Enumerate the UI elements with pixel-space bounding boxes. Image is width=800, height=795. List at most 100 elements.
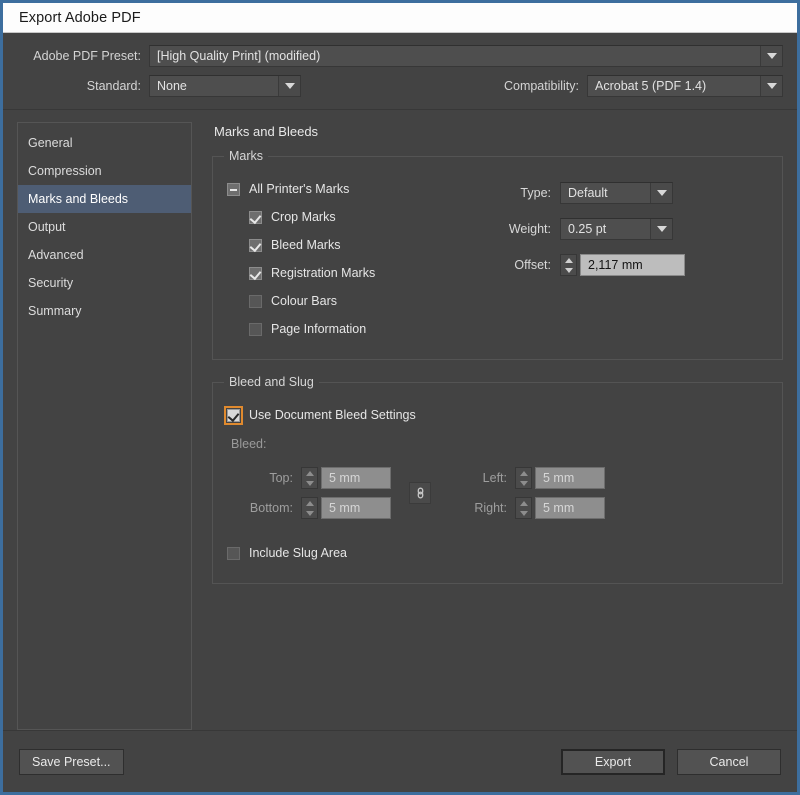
sidebar-item-label: Summary (28, 304, 82, 318)
chevron-down-icon[interactable] (650, 183, 672, 203)
compatibility-label: Compatibility: (503, 79, 579, 93)
dialog-title: Export Adobe PDF (19, 9, 141, 26)
registration-marks-label: Registration Marks (271, 266, 376, 280)
include-slug-area-row[interactable]: Include Slug Area (227, 539, 768, 567)
link-icon[interactable] (409, 482, 431, 504)
checkbox-unchecked-icon[interactable] (249, 294, 262, 308)
sidebar-item-advanced[interactable]: Advanced (18, 241, 191, 269)
registration-marks-row[interactable]: Registration Marks (227, 259, 489, 287)
bleed-top-label: Top: (269, 471, 293, 485)
page-information-label: Page Information (271, 322, 367, 336)
chevron-down-icon[interactable] (760, 46, 782, 66)
chevron-down-icon[interactable] (650, 219, 672, 239)
bleed-right-row: Right: 5 mm (449, 493, 605, 523)
crop-marks-row[interactable]: Crop Marks (227, 203, 489, 231)
export-button[interactable]: Export (561, 748, 665, 775)
stepper-down-icon[interactable] (519, 510, 528, 516)
link-icon-glyph (417, 487, 423, 499)
bleed-fields-grid: Top: 5 mm Bottom: 5 mm Left: 5 mm Right:… (231, 463, 768, 523)
bleed-left-stepper[interactable] (515, 467, 532, 489)
dialog-body: General Compression Marks and Bleeds Out… (3, 110, 797, 730)
dialog-footer: Save Preset... Export Cancel (3, 730, 797, 792)
use-document-bleed-row[interactable]: Use Document Bleed Settings (224, 401, 768, 429)
sidebar-item-label: Advanced (28, 248, 84, 262)
cancel-button[interactable]: Cancel (677, 748, 781, 775)
stepper-down-icon[interactable] (519, 480, 528, 486)
bleed-bottom-input[interactable]: 5 mm (321, 497, 391, 519)
sidebar-item-security[interactable]: Security (18, 269, 191, 297)
save-preset-button[interactable]: Save Preset... (19, 748, 124, 775)
all-printers-marks-row[interactable]: All Printer's Marks (227, 175, 489, 203)
bleed-marks-row[interactable]: Bleed Marks (227, 231, 489, 259)
bleed-right-stepper[interactable] (515, 497, 532, 519)
stepper-up-icon[interactable] (564, 257, 573, 263)
colour-bars-row[interactable]: Colour Bars (227, 287, 489, 315)
chevron-down-icon[interactable] (760, 76, 782, 96)
sidebar-item-marks-and-bleeds[interactable]: Marks and Bleeds (18, 185, 191, 213)
marks-group-legend: Marks (224, 149, 269, 163)
stepper-up-icon[interactable] (519, 470, 528, 476)
title-bar: Export Adobe PDF (3, 0, 797, 33)
preset-row: Adobe PDF Preset: [High Quality Print] (… (17, 45, 783, 67)
sidebar-item-label: Output (28, 220, 66, 234)
sidebar-item-general[interactable]: General (18, 129, 191, 157)
stepper-down-icon[interactable] (564, 267, 573, 273)
offset-label: Offset: (514, 258, 551, 272)
bleed-bottom-stepper[interactable] (301, 497, 318, 519)
include-slug-area-label: Include Slug Area (249, 546, 347, 560)
checkbox-checked-icon[interactable] (249, 238, 262, 252)
bleed-right-input[interactable]: 5 mm (535, 497, 605, 519)
type-value: Default (568, 186, 608, 200)
colour-bars-label: Colour Bars (271, 294, 337, 308)
pane-title: Marks and Bleeds (214, 124, 319, 139)
chevron-down-icon[interactable] (278, 76, 300, 96)
sidebar-item-label: Compression (28, 164, 102, 178)
sidebar-item-compression[interactable]: Compression (18, 157, 191, 185)
stepper-up-icon[interactable] (305, 500, 314, 506)
standard-dropdown[interactable]: None (149, 75, 301, 97)
bleed-group-legend: Bleed and Slug (224, 375, 319, 389)
bleed-right-label: Right: (474, 501, 507, 515)
offset-stepper[interactable] (560, 254, 577, 276)
stepper-down-icon[interactable] (305, 480, 314, 486)
use-document-bleed-label: Use Document Bleed Settings (249, 408, 416, 422)
bleed-bottom-label: Bottom: (249, 501, 293, 515)
weight-dropdown[interactable]: 0.25 pt (560, 218, 673, 240)
marks-options-column: Type: Default Weight: 0.25 pt Offset: 2,… (489, 175, 685, 343)
bleed-top-row: Top: 5 mm (231, 463, 391, 493)
checkbox-unchecked-icon[interactable] (227, 546, 240, 560)
marks-checkbox-list: All Printer's Marks Crop Marks Bleed Mar… (227, 175, 489, 343)
checkbox-checked-icon[interactable] (249, 210, 262, 224)
sidebar-item-summary[interactable]: Summary (18, 297, 191, 325)
bleed-top-input[interactable]: 5 mm (321, 467, 391, 489)
stepper-up-icon[interactable] (305, 470, 314, 476)
bleed-right-column: Left: 5 mm Right: 5 mm (449, 463, 605, 523)
bleed-marks-label: Bleed Marks (271, 238, 341, 252)
preset-header: Adobe PDF Preset: [High Quality Print] (… (3, 33, 797, 110)
checkbox-checked-icon[interactable] (249, 266, 262, 280)
checkbox-mixed-icon[interactable] (227, 182, 240, 196)
offset-input[interactable]: 2,117 mm (580, 254, 685, 276)
compatibility-dropdown[interactable]: Acrobat 5 (PDF 1.4) (587, 75, 783, 97)
bleed-left-input[interactable]: 5 mm (535, 467, 605, 489)
crop-marks-label: Crop Marks (271, 210, 336, 224)
bleed-left-label: Left: (482, 471, 507, 485)
sidebar-item-label: General (28, 136, 73, 150)
weight-value: 0.25 pt (568, 222, 607, 236)
stepper-up-icon[interactable] (519, 500, 528, 506)
standard-compat-row: Standard: None Compatibility: Acrobat 5 … (17, 75, 783, 97)
settings-pane: Marks and Bleeds Marks All Printer's Mar… (192, 122, 783, 730)
preset-value: [High Quality Print] (modified) (157, 49, 321, 63)
checkbox-unchecked-icon[interactable] (249, 322, 262, 336)
type-dropdown[interactable]: Default (560, 182, 673, 204)
bleed-top-stepper[interactable] (301, 467, 318, 489)
page-information-row[interactable]: Page Information (227, 315, 489, 343)
sidebar-item-output[interactable]: Output (18, 213, 191, 241)
all-printers-marks-label: All Printer's Marks (249, 182, 350, 196)
settings-sidebar: General Compression Marks and Bleeds Out… (17, 122, 192, 730)
stepper-down-icon[interactable] (305, 510, 314, 516)
standard-label: Standard: (86, 79, 141, 93)
adobe-pdf-preset-dropdown[interactable]: [High Quality Print] (modified) (149, 45, 783, 67)
export-adobe-pdf-dialog: Export Adobe PDF Adobe PDF Preset: [High… (0, 0, 800, 795)
checkbox-checked-icon[interactable] (224, 405, 243, 425)
